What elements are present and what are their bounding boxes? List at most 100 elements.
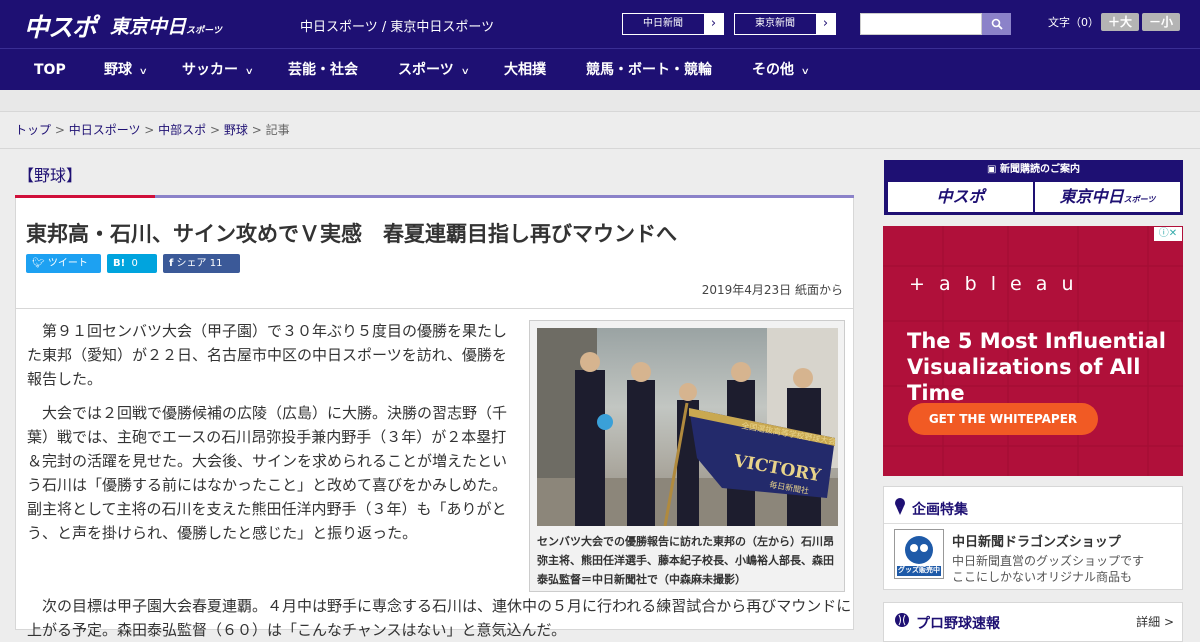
tokyo-chunichi-logo-text: 東京中日	[110, 16, 187, 38]
divider	[884, 523, 1182, 524]
nav-item-0[interactable]: TOP	[34, 49, 66, 91]
search-icon	[991, 18, 1003, 30]
font-smaller-button[interactable]: －小	[1142, 13, 1180, 31]
breadcrumb-chunichi-sports[interactable]: 中日スポーツ	[69, 123, 141, 137]
chevron-down-icon: ∨	[138, 67, 148, 77]
baseball-title: プロ野球速報	[916, 616, 1000, 632]
divider	[16, 308, 853, 309]
baseball-more-link[interactable]: 詳細 >	[1136, 613, 1174, 630]
font-size-label: 文字（0）	[1048, 16, 1099, 29]
header-band	[0, 90, 1200, 112]
main-nav: TOP 野球 ∨ サッカー ∨ 芸能・社会 スポーツ ∨ 大相撲 競馬・ボート・競輪 その他 ∨	[0, 48, 1200, 90]
feature-item-title[interactable]: 中日新聞ドラゴンズショップ	[952, 531, 1121, 550]
feature-item-desc: 中日新聞直営のグッズショップです	[952, 554, 1145, 568]
photo-illustration: VICTORY 全国選抜高等学校野球大会 毎日新聞社	[537, 328, 838, 526]
breadcrumb-top[interactable]: トップ	[15, 123, 51, 137]
article-photo: VICTORY 全国選抜高等学校野球大会 毎日新聞社 センバツ大会での優勝報告に…	[529, 320, 845, 592]
breadcrumb-sep: >	[206, 123, 224, 137]
breadcrumb-current: 記事	[265, 123, 290, 137]
hatena-count: 0	[131, 258, 138, 269]
article-body: 第９１回センバツ大会（甲子園）で３０年ぶり５度目の優勝を果たした東邦（愛知）が２…	[27, 319, 507, 555]
ad-cta-button[interactable]: GET THE WHITEPAPER	[908, 403, 1098, 435]
nav-item-label: スポーツ	[398, 62, 454, 78]
nav-item-label: その他	[752, 62, 794, 78]
tweet-label: ツイート	[47, 258, 88, 269]
breadcrumb-sep: >	[247, 123, 266, 137]
feature-item-desc: ここにしかないオリジナル商品も	[952, 570, 1133, 584]
article-paragraph: 大会では２回戦で優勝候補の広陵（広島）に大勝。決勝の習志野（千葉）戦では、主砲で…	[27, 404, 508, 542]
nav-item-1[interactable]: 野球 ∨	[104, 49, 148, 91]
nav-item-2[interactable]: サッカー ∨	[182, 49, 254, 91]
facebook-icon: f	[169, 258, 174, 269]
advertisement[interactable]: ⓘ✕ + a b l e a u The 5 Most Influential …	[883, 226, 1183, 476]
feature-box: 企画特集 グッズ販売中 中日新聞ドラゴンズショップ 中日新聞直営のグッズショップ…	[883, 486, 1183, 590]
article-date: 2019年4月23日 紙面から	[701, 283, 843, 297]
chusupo-logo[interactable]: 中スポ	[24, 8, 97, 44]
breadcrumb-sep: >	[140, 123, 159, 137]
ad-info-icon[interactable]: ⓘ✕	[1154, 227, 1182, 241]
chevron-down-icon: ∨	[244, 67, 254, 77]
photo-image[interactable]: VICTORY 全国選抜高等学校野球大会 毎日新聞社	[537, 328, 838, 526]
chevron-down-icon: ∨	[460, 67, 470, 77]
facebook-share-count: 11	[209, 258, 223, 269]
facebook-share-label: シェア	[176, 258, 207, 269]
article-headline: 東邦高・石川、サイン攻めでＶ実感 春夏連覇目指し再びマウンドへ	[26, 222, 677, 246]
subscription-title: ▣ 新聞購読のご案内	[885, 161, 1182, 178]
breadcrumb-sep: >	[51, 123, 69, 137]
nav-item-label: 競馬・ボート・競輪	[586, 62, 712, 78]
hatena-icon: B!	[113, 258, 126, 269]
newspaper-icon: ▣	[987, 164, 1000, 175]
article-paragraph: 第９１回センバツ大会（甲子園）で３０年ぶり５度目の優勝を果たした東邦（愛知）が２…	[27, 322, 508, 388]
nav-item-7[interactable]: その他 ∨	[752, 49, 810, 91]
feature-title: 企画特集	[912, 502, 968, 518]
breadcrumb-chubu[interactable]: 中部スポ	[158, 123, 206, 137]
thumbnail-label: グッズ販売中	[898, 566, 940, 574]
ad-headline: The 5 Most Influential Visualizations of…	[907, 329, 1167, 405]
tokyo-chunichi-logo-small: スポーツ	[186, 26, 222, 36]
tokyo-chunichi-logo[interactable]: 東京中日スポーツ	[110, 12, 222, 39]
nav-item-label: 芸能・社会	[288, 62, 358, 78]
category-bar: 【野球】	[15, 149, 854, 197]
chunichi-shimbun-link[interactable]: 中日新聞 ›	[622, 13, 724, 35]
hatena-bookmark-button[interactable]: B! 0	[107, 254, 157, 273]
article: 東邦高・石川、サイン攻めでＶ実感 春夏連覇目指し再びマウンドへ 🐦︎ ツイート …	[15, 198, 854, 639]
chevron-right-icon: ›	[816, 14, 835, 34]
nav-item-label: 野球	[104, 62, 132, 78]
nav-item-label: サッカー	[182, 62, 238, 78]
tweet-button[interactable]: 🐦︎ ツイート	[26, 254, 101, 273]
chevron-down-icon: ∨	[800, 67, 810, 77]
chunichi-shimbun-label: 中日新聞	[643, 18, 683, 29]
breadcrumb-baseball[interactable]: 野球	[224, 123, 248, 137]
article-paragraph: 次の目標は甲子園大会春夏連覇。４月中は野手に専念する石川は、連休中の５月に行われ…	[27, 597, 852, 639]
twitter-icon: 🐦︎	[32, 258, 48, 269]
dragons-shop-thumbnail[interactable]: グッズ販売中	[894, 529, 944, 579]
baseball-scores-box: プロ野球速報 詳細 >	[883, 602, 1183, 642]
search-input[interactable]	[860, 13, 982, 35]
subscription-title-text: 新聞購読のご案内	[999, 164, 1080, 175]
baseball-icon	[895, 613, 909, 627]
nav-item-label: TOP	[34, 62, 66, 78]
subscribe-tokyo-small: スポーツ	[1123, 195, 1156, 204]
search-button[interactable]	[982, 13, 1011, 35]
tokyo-shimbun-link[interactable]: 東京新聞 ›	[734, 13, 836, 35]
ribbon-icon	[895, 498, 905, 515]
font-larger-button[interactable]: ＋大	[1101, 13, 1139, 31]
category-title: 【野球】	[18, 166, 83, 185]
tableau-logo: + a b l e a u	[909, 273, 1078, 295]
tokyo-shimbun-label: 東京新聞	[755, 18, 795, 29]
subscription-banner[interactable]: ▣ 新聞購読のご案内 中スポ 東京中日スポーツ	[884, 160, 1183, 215]
nav-item-5[interactable]: 大相撲	[504, 49, 546, 91]
chevron-right-icon: ›	[704, 14, 723, 34]
nav-item-6[interactable]: 競馬・ボート・競輪	[586, 49, 712, 91]
nav-item-4[interactable]: スポーツ ∨	[398, 49, 470, 91]
subscribe-chusupo-button[interactable]: 中スポ	[888, 182, 1033, 212]
subscribe-tokyo-button[interactable]: 東京中日スポーツ	[1035, 182, 1180, 212]
nav-item-label: 大相撲	[504, 62, 546, 78]
photo-caption: センバツ大会での優勝報告に訪れた東邦の（左から）石川昂弥主将、熊田任洋選手、藤本…	[537, 535, 834, 586]
site-header: 中スポ 東京中日スポーツ 中日スポーツ / 東京中日スポーツ 中日新聞 › 東京新…	[0, 0, 1200, 48]
nav-item-3[interactable]: 芸能・社会	[288, 49, 358, 91]
breadcrumb: トップ > 中日スポーツ > 中部スポ > 野球 > 記事	[15, 121, 290, 138]
subscribe-tokyo-label: 東京中日	[1059, 187, 1124, 206]
facebook-share-button[interactable]: f シェア 11	[163, 254, 240, 273]
site-name[interactable]: 中日スポーツ / 東京中日スポーツ	[300, 16, 494, 35]
